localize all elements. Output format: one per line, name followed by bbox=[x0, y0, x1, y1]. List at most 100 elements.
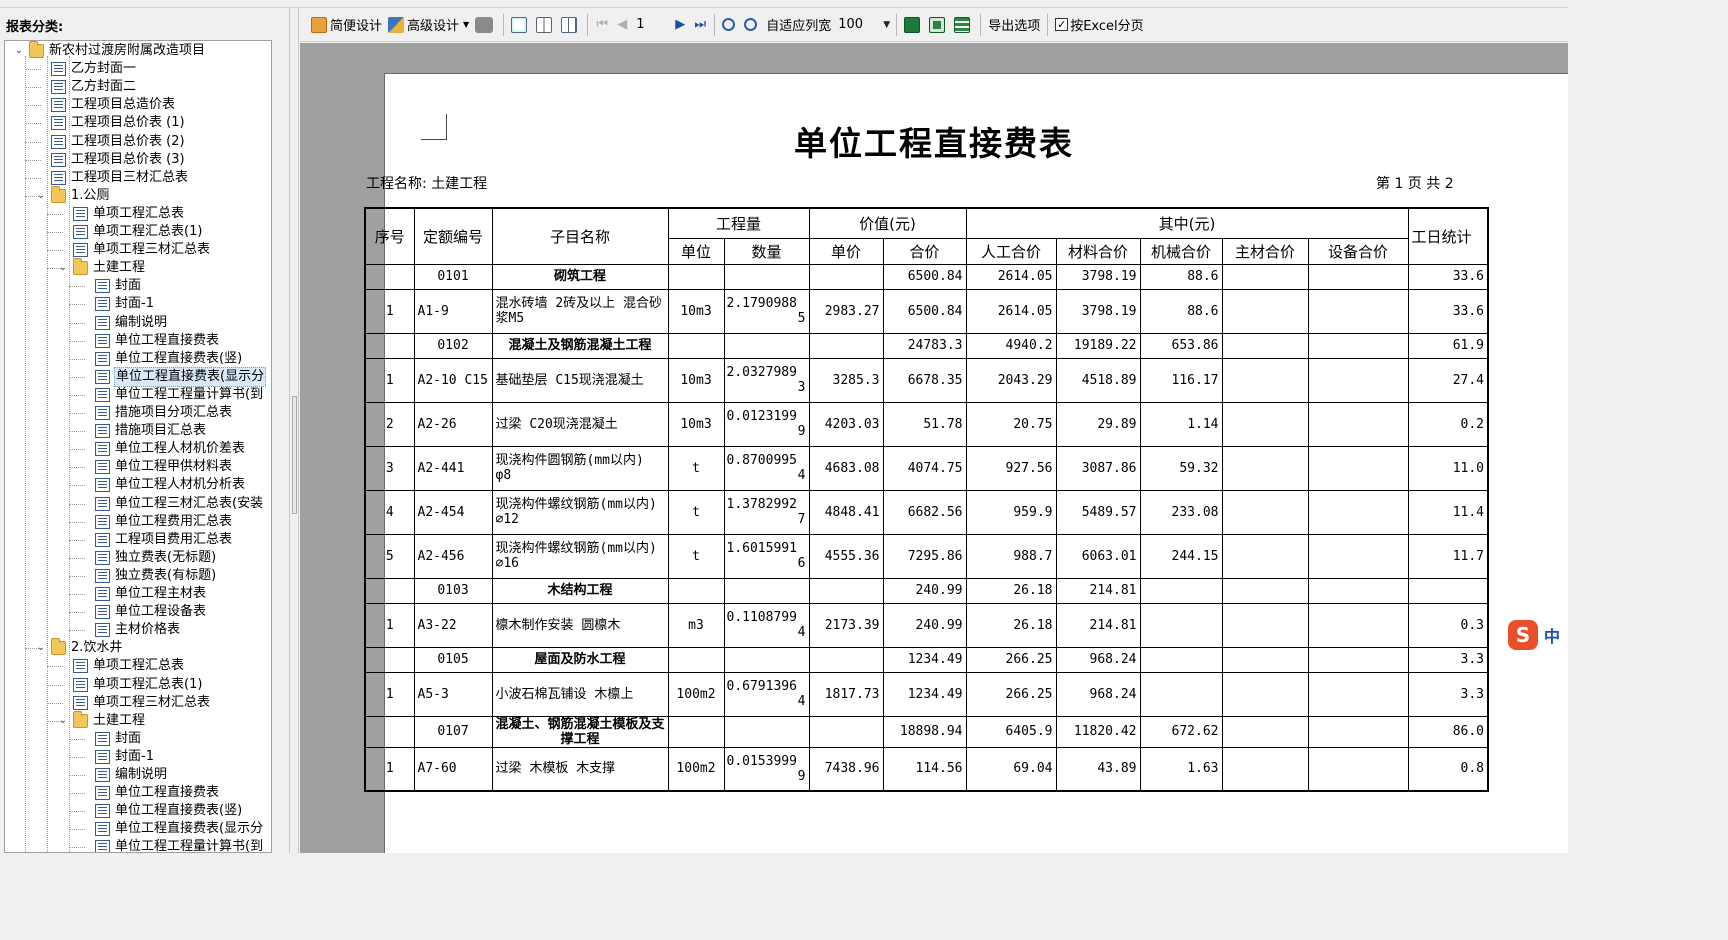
tree-item[interactable]: 单位工程直接费表(显示分 bbox=[79, 366, 267, 387]
report-preview[interactable]: 单位工程直接费表 工程名称: 土建工程 第 1 页 共 2 序号 定额编号 子目… bbox=[300, 43, 1568, 853]
tree-item[interactable]: 独立费表(无标题) bbox=[79, 549, 217, 567]
tree-item[interactable]: 措施项目分项汇总表 bbox=[79, 404, 233, 422]
last-page-icon[interactable]: ⏭ bbox=[690, 17, 710, 32]
tree-item[interactable]: 单位工程直接费表(竖) bbox=[79, 802, 243, 820]
cell-main-material bbox=[1221, 671, 1309, 717]
tree-item[interactable]: 单位工程直接费表(显示分 bbox=[79, 820, 264, 838]
first-page-icon[interactable]: ⏮ bbox=[592, 17, 612, 32]
multi-page-button[interactable] bbox=[558, 13, 583, 37]
tree-item[interactable]: 单位工程工程量计算书(到 bbox=[79, 386, 264, 404]
export-options-button[interactable]: 导出选项 bbox=[985, 13, 1043, 37]
tree-item[interactable]: 措施项目汇总表 bbox=[79, 422, 207, 440]
tree-item[interactable]: 乙方封面二 bbox=[35, 78, 137, 96]
tree-item[interactable]: 单位工程直接费表 bbox=[79, 332, 220, 350]
two-page-button[interactable] bbox=[533, 13, 558, 37]
toolbar-separator bbox=[1047, 13, 1049, 36]
panel-splitter[interactable] bbox=[289, 8, 299, 853]
tree-item[interactable]: 工程项目总价表 (2) bbox=[35, 133, 186, 151]
tree-item-label: 单位工程设备表 bbox=[115, 604, 207, 620]
export-word-button[interactable] bbox=[926, 13, 951, 37]
tree-item[interactable]: 单位工程费用汇总表 bbox=[79, 513, 233, 531]
splitter-grip[interactable] bbox=[292, 396, 297, 514]
tree-item[interactable]: 封面 bbox=[79, 277, 142, 295]
tree-item[interactable]: 乙方封面一 bbox=[35, 60, 137, 78]
export-excel-button[interactable] bbox=[901, 13, 926, 37]
report-doc-icon bbox=[95, 514, 110, 529]
cell-equipment bbox=[1307, 401, 1409, 447]
tree-item-label: 单位工程人材机价差表 bbox=[115, 441, 246, 457]
tree-item[interactable]: 单项工程三材汇总表 bbox=[57, 241, 211, 259]
tree-connector bbox=[69, 738, 85, 740]
cell-seq: 3 bbox=[364, 445, 415, 491]
ime-indicator[interactable]: S 中 bbox=[1508, 620, 1568, 650]
cell-total-price: 18898.94 bbox=[882, 715, 967, 748]
zoom-out-button[interactable] bbox=[741, 13, 763, 37]
tree-item-label: 单项工程三材汇总表 bbox=[93, 242, 211, 258]
tree-item[interactable]: 单位工程甲供材料表 bbox=[79, 458, 233, 476]
tree-item[interactable]: 工程项目总造价表 bbox=[35, 96, 176, 114]
tree-connector bbox=[69, 793, 85, 795]
tree-connector bbox=[69, 358, 85, 360]
print-button[interactable] bbox=[472, 13, 499, 37]
tree-folder[interactable]: ⌄ 2.饮水井 bbox=[35, 638, 123, 657]
cell-qty: 0.0123199 9 bbox=[723, 401, 810, 447]
cell-unit-price: 2173.39 bbox=[808, 602, 884, 648]
page-number-input[interactable] bbox=[632, 14, 671, 35]
section-row: 0103 木结构工程 240.99 26.18 214.81 bbox=[364, 577, 1489, 604]
tree-item[interactable]: 单项工程汇总表(1) bbox=[57, 223, 203, 241]
tree-item[interactable]: 封面-1 bbox=[79, 748, 155, 766]
tree-item[interactable]: 封面-1 bbox=[79, 295, 155, 313]
tree-item[interactable]: 单位工程直接费表(竖) bbox=[79, 350, 243, 368]
export-batch-button[interactable] bbox=[951, 13, 976, 37]
report-doc-icon bbox=[95, 822, 110, 837]
tree-item[interactable]: 单位工程三材汇总表(安装 bbox=[79, 495, 264, 513]
zoom-select[interactable]: 100 ▼ bbox=[834, 14, 893, 35]
printer-icon bbox=[475, 16, 494, 33]
tree-item[interactable]: 单项工程汇总表 bbox=[57, 205, 185, 223]
tree-item[interactable]: 工程项目总价表 (3) bbox=[35, 151, 186, 169]
cell-unit-price bbox=[808, 577, 884, 604]
advanced-design-button[interactable]: 高级设计 ▼ bbox=[385, 13, 472, 37]
expand-chevron-icon[interactable]: ⌄ bbox=[13, 45, 25, 57]
ime-mode[interactable]: 中 bbox=[1544, 623, 1560, 647]
excel-paging-toggle[interactable]: ✓ 按Excel分页 bbox=[1052, 13, 1146, 37]
cell-workday: 3.3 bbox=[1407, 646, 1489, 673]
tree-folder[interactable]: ⌄ 土建工程 bbox=[57, 258, 146, 277]
tree-item[interactable]: 主材价格表 bbox=[79, 621, 181, 639]
tree-item[interactable]: 单项工程三材汇总表 bbox=[57, 694, 211, 712]
next-page-icon[interactable]: ▶ bbox=[670, 17, 690, 32]
tree-item[interactable]: 编制说明 bbox=[79, 314, 168, 332]
cell-equipment bbox=[1307, 577, 1409, 604]
prev-page-icon[interactable]: ◀ bbox=[612, 17, 632, 32]
tree-item[interactable]: 工程项目三材汇总表 bbox=[35, 169, 189, 187]
chevron-down-icon[interactable]: ▼ bbox=[463, 20, 469, 29]
zoom-in-button[interactable] bbox=[719, 13, 741, 37]
tree-item[interactable]: 单位工程直接费表 bbox=[79, 784, 220, 802]
tree-item-label: 工程项目费用汇总表 bbox=[115, 531, 233, 547]
single-page-button[interactable] bbox=[508, 13, 533, 37]
cell-material: 3798.19 bbox=[1055, 263, 1141, 290]
checkbox-icon[interactable]: ✓ bbox=[1055, 18, 1069, 31]
tree-folder[interactable]: ⌄ 新农村过渡房附属改造项目 bbox=[13, 41, 206, 60]
tree-folder[interactable]: ⌄ 土建工程 bbox=[57, 710, 146, 730]
tree-item[interactable]: 单项工程汇总表(1) bbox=[57, 676, 203, 694]
tree-item[interactable]: 单位工程工程量计算书(到 bbox=[79, 838, 264, 852]
fit-column-width-button[interactable]: 自适应列宽 bbox=[763, 13, 834, 37]
tree-item[interactable]: 独立费表(有标题) bbox=[79, 567, 217, 585]
tree-item[interactable]: 单项工程汇总表 bbox=[57, 657, 185, 675]
simple-design-button[interactable]: 简便设计 bbox=[308, 13, 385, 37]
tree-item[interactable]: 单位工程设备表 bbox=[79, 603, 207, 621]
cell-name: 现浇构件螺纹钢筋(mm以内) ⌀12 bbox=[491, 489, 669, 535]
single-page-icon bbox=[511, 16, 528, 33]
tree-item[interactable]: 工程项目费用汇总表 bbox=[79, 531, 233, 549]
folder-icon bbox=[51, 638, 66, 656]
tree-connector bbox=[25, 87, 41, 89]
tree-item[interactable]: 单位工程人材机价差表 bbox=[79, 440, 246, 458]
tree-item[interactable]: 单位工程主材表 bbox=[79, 585, 207, 603]
report-tree[interactable]: ⌄ 新农村过渡房附属改造项目 乙方封面一 乙方封面二 工程项目总造价表 工程项目总价表 (… bbox=[4, 40, 272, 853]
tree-item[interactable]: 封面 bbox=[79, 730, 142, 748]
tree-item[interactable]: 单位工程人材机分析表 bbox=[79, 476, 246, 494]
tree-item[interactable]: 编制说明 bbox=[79, 766, 168, 784]
cell-main-material bbox=[1221, 489, 1309, 535]
tree-item[interactable]: 工程项目总价表 (1) bbox=[35, 114, 186, 132]
